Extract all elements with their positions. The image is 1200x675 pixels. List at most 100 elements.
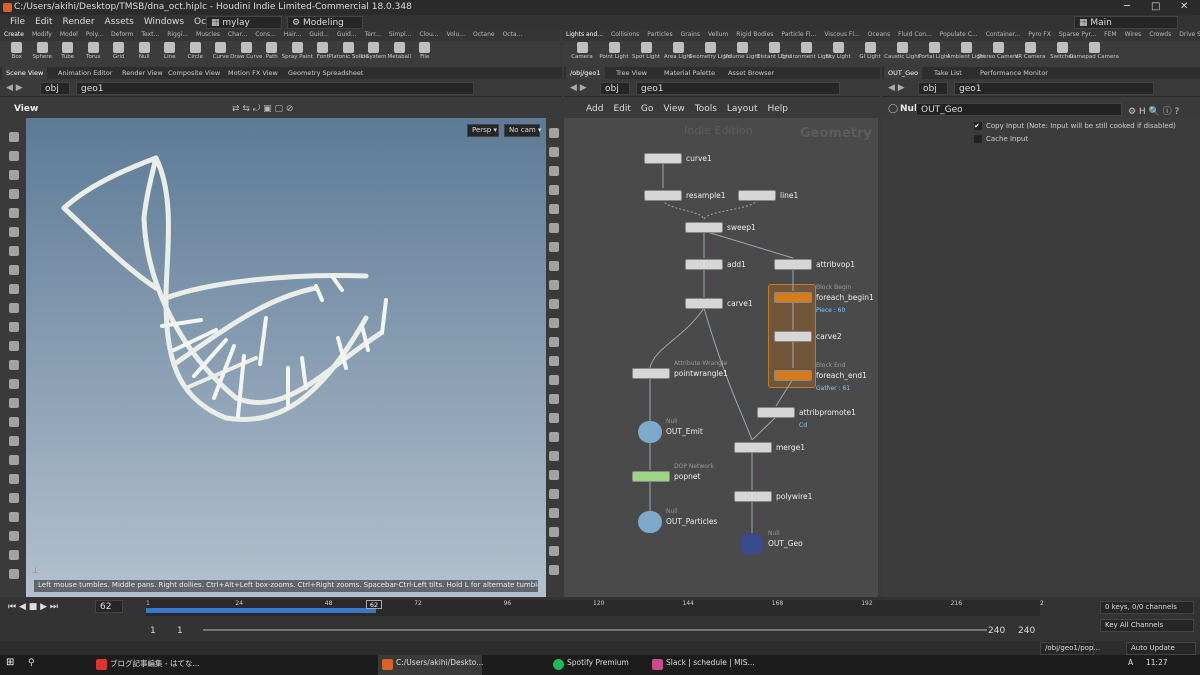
tool-icon[interactable] — [9, 227, 19, 237]
tool-icon[interactable] — [9, 132, 19, 142]
shelf-tool[interactable]: Platonic Solids — [328, 42, 368, 60]
shelf-tab[interactable]: Guid... — [337, 31, 357, 38]
pane-tab[interactable]: Animation Editor — [54, 67, 116, 79]
back-arrow-icon[interactable]: ◀ ▶ — [570, 83, 587, 93]
end-frame-2[interactable]: 240 — [1018, 626, 1035, 636]
shelf-tab[interactable]: Char... — [228, 31, 247, 38]
viewport[interactable]: Persp ▾ No cam ▾ Left mouse tumbles. Mid… — [26, 118, 546, 597]
shelf-tab[interactable]: Particles — [647, 31, 672, 38]
network-menu-item[interactable]: Help — [768, 104, 789, 114]
shelf-tab[interactable]: Muscles — [196, 31, 220, 38]
browser-app-icon[interactable] — [96, 659, 107, 670]
pane-tab[interactable]: Motion FX View — [224, 67, 282, 79]
shelf-tab[interactable]: Viscous Fl... — [824, 31, 859, 38]
tool-icon[interactable] — [9, 493, 19, 503]
pane-tab[interactable]: Geometry Spreadsheet — [284, 67, 367, 79]
node-attribpromote1[interactable] — [757, 407, 795, 418]
menu-edit[interactable]: Edit — [35, 17, 52, 27]
shelf-tab[interactable]: Pyro FX — [1028, 31, 1051, 38]
shelf-tab[interactable]: FEM — [1104, 31, 1116, 38]
shelf-tab[interactable]: Terr... — [365, 31, 381, 38]
shelf-tool[interactable]: Sky Light — [822, 42, 854, 60]
display-option-icon[interactable] — [549, 546, 559, 556]
shelf-tool[interactable]: Portal Light — [918, 42, 950, 60]
parm-tool-icons[interactable]: ⚙ H 🔍 ⓘ ? — [1128, 104, 1179, 117]
node-curve1[interactable] — [644, 153, 682, 164]
display-option-icon[interactable] — [549, 280, 559, 290]
display-option-icon[interactable] — [549, 204, 559, 214]
display-option-icon[interactable] — [549, 413, 559, 423]
tool-icon[interactable] — [9, 436, 19, 446]
timeline-playhead[interactable]: 62 — [366, 600, 382, 609]
node-carve1[interactable] — [685, 298, 723, 309]
display-option-icon[interactable] — [549, 166, 559, 176]
network-menu-item[interactable]: Layout — [727, 104, 758, 114]
shelf-tab[interactable]: Model — [60, 31, 78, 38]
node-OUT_Geo[interactable] — [740, 533, 764, 555]
shelf-tab[interactable]: Wires — [1125, 31, 1142, 38]
start-frame[interactable]: 1 — [150, 626, 156, 636]
tool-icon[interactable] — [9, 512, 19, 522]
network-menu-item[interactable]: Add — [586, 104, 603, 114]
display-option-icon[interactable] — [549, 356, 559, 366]
shelf-tool[interactable]: GI Light — [854, 42, 886, 60]
node-polywire1[interactable] — [734, 491, 772, 502]
node-line1[interactable] — [738, 190, 776, 201]
shelf-tab[interactable]: Rigid Bodies — [736, 31, 773, 38]
path-obj[interactable]: obj — [40, 82, 70, 95]
display-option-icon[interactable] — [549, 432, 559, 442]
shelf-tab[interactable]: Text... — [141, 31, 159, 38]
shelf-tab[interactable]: Volu... — [447, 31, 466, 38]
shelf-tool[interactable]: Spot Light — [630, 42, 662, 60]
shelf-tool[interactable]: Line — [157, 42, 183, 60]
tool-icon[interactable] — [9, 265, 19, 275]
shelf-tab[interactable]: Clou... — [419, 31, 438, 38]
tool-icon[interactable] — [9, 379, 19, 389]
windows-start-icon[interactable]: ⊞ — [6, 657, 14, 668]
node-add1[interactable] — [685, 259, 723, 270]
path-geo[interactable]: geo1 — [954, 82, 1154, 95]
taskbar-item-blog[interactable]: ブログ記事編集 - はてな... — [110, 658, 200, 669]
shelf-tab[interactable]: Guid... — [309, 31, 329, 38]
houdini-app-icon[interactable] — [382, 659, 393, 670]
shelf-tool[interactable]: L-System — [361, 42, 387, 60]
node-carve2[interactable] — [774, 331, 812, 342]
shelf-tool[interactable]: Volume Light — [724, 42, 760, 60]
timeline-bar[interactable]: 1 24 48 72 96 120 144 168 192 216 2 62 — [146, 600, 1044, 616]
pane-tab[interactable]: /obj/geo1 — [566, 67, 605, 79]
shelf-tool[interactable]: VR Camera — [1014, 42, 1046, 60]
shelf-tab[interactable]: Particle Fl... — [781, 31, 816, 38]
shelf-tab[interactable]: Crowds — [1149, 31, 1171, 38]
node-foreach_begin1[interactable] — [774, 292, 812, 303]
shelf-tab[interactable]: Vellum — [708, 31, 728, 38]
tool-icon[interactable] — [9, 322, 19, 332]
display-option-icon[interactable] — [549, 261, 559, 271]
shelf-tab[interactable]: Sparse Pyr... — [1059, 31, 1096, 38]
viewer-tool-icons[interactable]: ⇄ ⇆ ⤾ ▣ ▢ ⊘ — [232, 104, 293, 114]
display-option-icon[interactable] — [549, 489, 559, 499]
spotify-icon[interactable] — [553, 659, 564, 670]
shelf-tool[interactable]: Circle — [183, 42, 209, 60]
node-popnet[interactable] — [632, 471, 670, 482]
shelf-tool[interactable]: Point Light — [598, 42, 630, 60]
shelf-tab[interactable]: Collisions — [611, 31, 639, 38]
slack-icon[interactable] — [652, 659, 663, 670]
display-option-icon[interactable] — [549, 565, 559, 575]
pane-tab[interactable]: Take List — [930, 67, 966, 79]
pane-tab[interactable]: Composite View — [164, 67, 224, 79]
path-geo[interactable]: geo1 — [636, 82, 840, 95]
node-OUT_Particles[interactable] — [638, 511, 662, 533]
pane-tab[interactable]: Render View — [118, 67, 167, 79]
menu-render[interactable]: Render — [63, 17, 95, 27]
tool-icon[interactable] — [9, 284, 19, 294]
tool-icon[interactable] — [9, 455, 19, 465]
range-slider[interactable] — [203, 629, 987, 631]
shelf-tab[interactable]: Cons... — [255, 31, 276, 38]
shelf-tab[interactable]: Modify — [32, 31, 52, 38]
shelf-tool[interactable]: Torus — [81, 42, 107, 60]
network-editor[interactable]: Indie Edition Geometry curve1 resample1 … — [564, 118, 878, 597]
node-merge1[interactable] — [734, 442, 772, 453]
node-OUT_Emit[interactable] — [638, 421, 662, 443]
shelf-tab[interactable]: Deform — [111, 31, 133, 38]
back-arrow-icon[interactable]: ◀ ▶ — [6, 83, 23, 93]
